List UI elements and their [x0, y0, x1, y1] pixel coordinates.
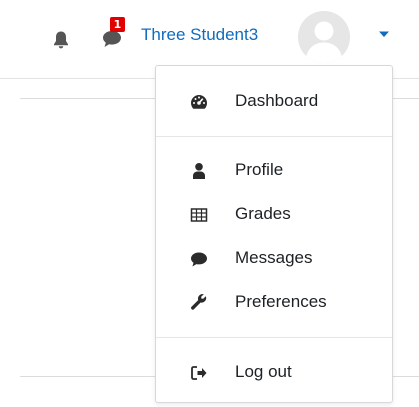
menu-item-label: Log out: [235, 362, 292, 381]
menu-divider: [156, 136, 392, 137]
user-icon: [193, 163, 205, 179]
user-name-link[interactable]: Three Student3: [141, 25, 258, 45]
caret-down-icon[interactable]: [378, 30, 390, 38]
menu-item-label: Profile: [235, 160, 284, 179]
user-menu-dropdown: Dashboard Profile Grades Messages Prefer…: [155, 65, 393, 403]
page: 1 Three Student3 Dashboard Profile Grade…: [0, 0, 419, 407]
menu-item-log-out[interactable]: Log out: [156, 354, 392, 392]
menu-item-dashboard[interactable]: Dashboard: [156, 83, 392, 121]
menu-divider: [156, 337, 392, 338]
menu-item-label: Messages: [235, 248, 313, 267]
table-grid-icon: [190, 208, 208, 222]
dashboard-gauge-icon: [191, 95, 208, 109]
background-divider: [392, 376, 419, 377]
menu-item-messages[interactable]: Messages: [156, 240, 392, 278]
menu-item-preferences[interactable]: Preferences: [156, 284, 392, 322]
background-divider: [392, 98, 419, 99]
menu-item-label: Dashboard: [235, 91, 319, 110]
notification-badge: 1: [110, 17, 125, 32]
sign-out-icon: [191, 366, 207, 380]
wrench-icon: [191, 294, 207, 310]
menu-item-profile[interactable]: Profile: [156, 152, 392, 190]
menu-item-grades[interactable]: Grades: [156, 196, 392, 234]
menu-item-label: Grades: [235, 204, 291, 223]
background-divider: [20, 98, 156, 99]
background-divider: [20, 376, 156, 377]
bell-icon[interactable]: [52, 30, 70, 50]
user-avatar[interactable]: [298, 11, 350, 63]
message-bubble-icon[interactable]: [101, 29, 123, 49]
avatar-silhouette-icon: [298, 11, 350, 63]
menu-item-label: Preferences: [235, 292, 327, 311]
comment-icon: [191, 252, 207, 267]
